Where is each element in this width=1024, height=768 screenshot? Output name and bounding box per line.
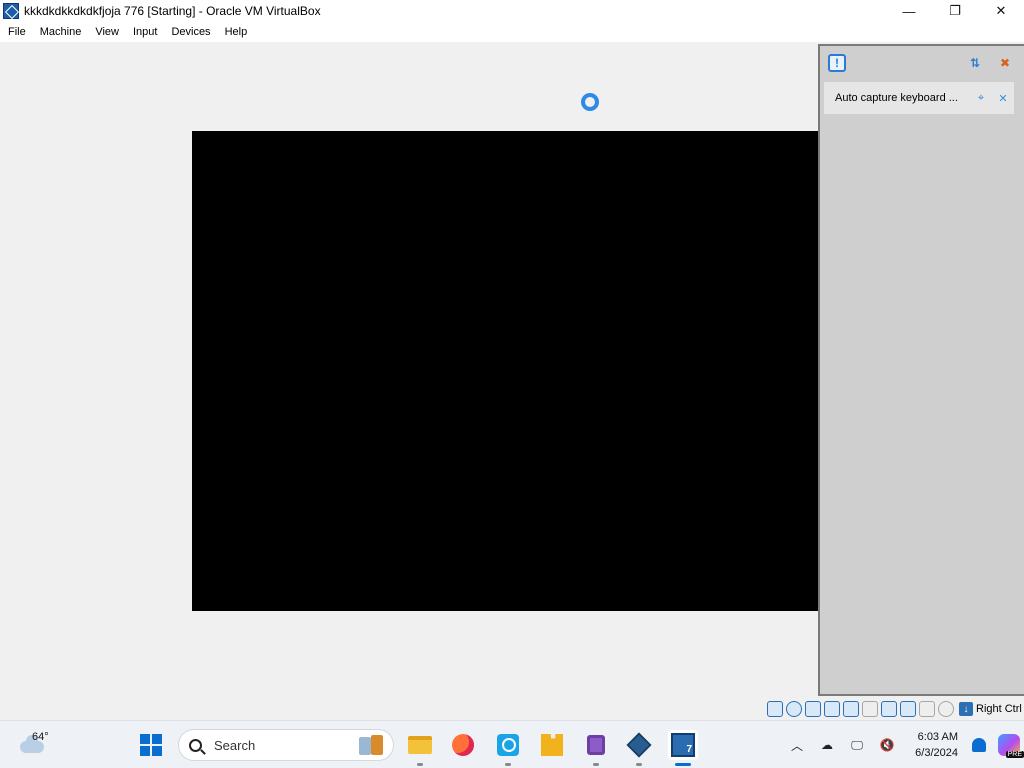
notification-item[interactable]: Auto capture keyboard ... ⌖ ✕ <box>824 82 1014 114</box>
lens-app-icon <box>497 734 519 756</box>
puzzle-app-taskbar-button[interactable] <box>537 730 567 760</box>
vm-screen[interactable] <box>192 131 820 611</box>
notification-text: Auto capture keyboard ... <box>835 92 958 104</box>
sort-notifications-icon[interactable]: ⇅ <box>966 54 984 72</box>
onedrive-offline-icon[interactable]: ☁ <box>812 730 842 760</box>
status-indicators: ↓ Right Ctrl <box>767 701 1022 717</box>
notification-bell-icon[interactable] <box>964 730 994 760</box>
start-button[interactable] <box>140 734 162 756</box>
notification-toolbar: ! ⇅ ✖ <box>820 46 1024 82</box>
virtualbox-icon <box>626 732 652 758</box>
taskbar: 64° Search ︿ ☁ 🖵 🔇 6:03 AM 6/3/2024 <box>0 720 1024 768</box>
title-bar: kkkdkdkkdkdkfjoja 776 [Starting] - Oracl… <box>0 0 1024 22</box>
menu-input[interactable]: Input <box>126 22 164 42</box>
clear-notifications-icon[interactable]: ✖ <box>996 54 1014 72</box>
network-icon[interactable] <box>824 701 840 717</box>
copilot-button[interactable]: PRE <box>994 730 1024 760</box>
audio-icon[interactable] <box>805 701 821 717</box>
network-status-icon[interactable]: 🖵 <box>842 730 872 760</box>
window-title: kkkdkdkkdkdkfjoja 776 [Starting] - Oracl… <box>24 4 321 18</box>
show-hidden-icons-chevron-icon[interactable]: ︿ <box>782 730 812 760</box>
virtualbox-taskbar-button[interactable] <box>624 730 654 766</box>
window-controls: — ❐ ✕ <box>886 0 1024 22</box>
clock-time: 6:03 AM <box>917 731 958 743</box>
lens-app-taskbar-button[interactable] <box>493 730 523 766</box>
vm-status-bar: ↓ Right Ctrl <box>0 699 1024 720</box>
mouse-integration-icon[interactable] <box>938 701 954 717</box>
optical-drive-icon[interactable] <box>786 701 802 717</box>
recording-icon[interactable] <box>900 701 916 717</box>
menu-file[interactable]: File <box>1 22 33 42</box>
close-button[interactable]: ✕ <box>978 0 1024 22</box>
copilot-pre-badge: PRE <box>1005 751 1024 758</box>
hard-disk-icon[interactable] <box>767 701 783 717</box>
firefox-taskbar-button[interactable] <box>448 730 478 760</box>
vm-window-taskbar-button[interactable] <box>668 730 698 766</box>
weather-temperature: 64° <box>32 731 49 743</box>
shared-folders-icon[interactable] <box>862 701 878 717</box>
menu-view[interactable]: View <box>88 22 126 42</box>
search-icon <box>189 738 202 752</box>
puzzle-app-icon <box>541 734 563 756</box>
minimize-button[interactable]: — <box>886 0 932 22</box>
cpu-activity-icon[interactable] <box>919 701 935 717</box>
display-icon[interactable] <box>881 701 897 717</box>
virtualbox-app-icon[interactable] <box>3 3 19 19</box>
dismiss-notification-icon[interactable]: ✕ <box>995 90 1011 106</box>
down-arrow-icon: ↓ <box>959 702 973 716</box>
purple-app-icon <box>587 735 605 755</box>
firefox-icon <box>452 734 474 756</box>
notification-info-icon[interactable]: ! <box>828 54 846 72</box>
menu-devices[interactable]: Devices <box>164 22 217 42</box>
volume-muted-icon[interactable]: 🔇 <box>872 730 902 760</box>
taskbar-search-box[interactable]: Search <box>178 729 394 761</box>
pin-icon[interactable]: ⌖ <box>973 90 989 106</box>
menu-machine[interactable]: Machine <box>33 22 89 42</box>
clock[interactable]: 6:03 AM 6/3/2024 <box>902 729 964 761</box>
folder-icon <box>408 736 432 754</box>
search-label: Search <box>214 737 256 753</box>
usb-icon[interactable] <box>843 701 859 717</box>
host-key-indicator[interactable]: ↓ Right Ctrl <box>959 702 1022 716</box>
system-tray: ︿ ☁ 🖵 🔇 6:03 AM 6/3/2024 PRE <box>782 721 1024 768</box>
purple-app-taskbar-button[interactable] <box>581 730 611 766</box>
search-highlight-icon <box>359 735 385 757</box>
host-key-label: Right Ctrl <box>976 703 1022 715</box>
file-explorer-taskbar-button[interactable] <box>405 730 435 766</box>
notification-center-panel: ! ⇅ ✖ Auto capture keyboard ... ⌖ ✕ <box>818 44 1024 696</box>
menu-bar: File Machine View Input Devices Help <box>0 22 1024 42</box>
loading-spinner-icon <box>581 93 599 111</box>
clock-date: 6/3/2024 <box>915 747 958 759</box>
vm-window-icon <box>671 733 695 757</box>
menu-help[interactable]: Help <box>218 22 255 42</box>
weather-widget[interactable]: 64° <box>18 731 64 759</box>
maximize-button[interactable]: ❐ <box>932 0 978 22</box>
copilot-icon: PRE <box>998 734 1024 758</box>
